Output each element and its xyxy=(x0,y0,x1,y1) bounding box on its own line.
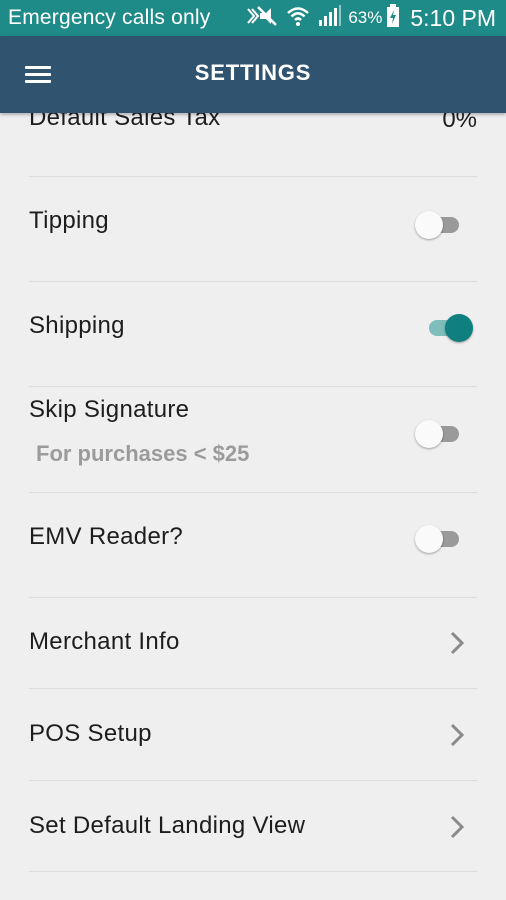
carrier-text: Emergency calls only xyxy=(8,6,211,29)
mute-icon xyxy=(246,5,278,32)
shipping-toggle[interactable] xyxy=(425,312,473,342)
status-icons: 63% 5:10 PM xyxy=(238,3,496,33)
chevron-right-icon xyxy=(447,722,467,748)
emv-reader-toggle[interactable] xyxy=(415,523,463,553)
setting-emv-reader: EMV Reader? xyxy=(29,493,477,598)
tipping-toggle[interactable] xyxy=(415,209,463,239)
battery-percent: 63% xyxy=(348,8,383,27)
setting-label: Shipping xyxy=(29,312,125,339)
battery-icon xyxy=(386,3,400,33)
status-bar: Emergency calls only 63% 5:10 PM xyxy=(0,0,506,36)
clock: 5:10 PM xyxy=(410,4,496,31)
chevron-right-icon xyxy=(447,630,467,656)
toggle-thumb xyxy=(445,314,473,342)
setting-label: Tipping xyxy=(29,207,109,234)
setting-pos-setup[interactable]: POS Setup xyxy=(29,689,477,781)
setting-label: Set Default Landing View xyxy=(29,812,306,839)
chevron-right-icon xyxy=(447,814,467,840)
setting-merchant-info[interactable]: Merchant Info xyxy=(29,598,477,689)
setting-shipping: Shipping xyxy=(29,282,477,387)
setting-label: EMV Reader? xyxy=(29,523,184,550)
signal-icon xyxy=(318,4,342,32)
setting-sublabel: For purchases < $25 xyxy=(36,441,250,466)
setting-label: POS Setup xyxy=(29,720,152,747)
app-bar: SETTINGS xyxy=(0,36,506,113)
wifi-icon xyxy=(286,5,310,32)
skip-signature-toggle[interactable] xyxy=(415,418,463,448)
setting-default-landing-view[interactable]: Set Default Landing View xyxy=(29,781,477,872)
page-title: SETTINGS xyxy=(194,60,312,85)
setting-label: Merchant Info xyxy=(29,628,180,655)
toggle-thumb xyxy=(415,420,443,448)
setting-skip-signature: Skip Signature For purchases < $25 xyxy=(29,387,477,493)
toggle-thumb xyxy=(415,525,443,553)
setting-tipping: Tipping xyxy=(29,177,477,282)
setting-label: Skip Signature xyxy=(29,396,190,423)
toggle-thumb xyxy=(415,211,443,239)
